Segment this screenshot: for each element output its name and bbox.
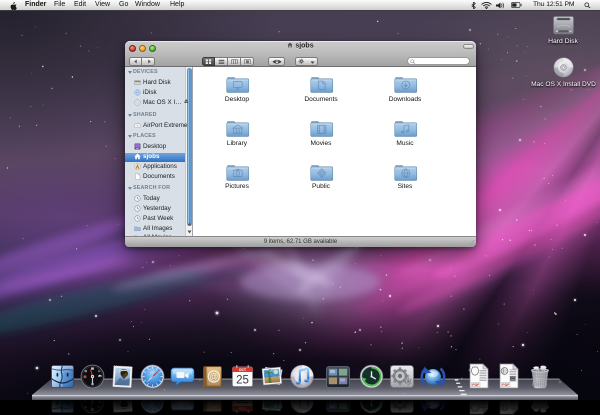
svg-text:OCT: OCT	[239, 368, 247, 372]
svg-text:PDF: PDF	[472, 391, 480, 395]
svg-text:@: @	[209, 396, 218, 406]
svg-text:PDF: PDF	[472, 383, 480, 387]
svg-text:PDF: PDF	[502, 391, 510, 395]
svg-text:PDF: PDF	[502, 383, 510, 387]
svg-text:OCT: OCT	[239, 406, 247, 410]
svg-text:@: @	[209, 372, 218, 382]
svg-text:25: 25	[236, 375, 249, 387]
svg-text:25: 25	[236, 391, 249, 403]
